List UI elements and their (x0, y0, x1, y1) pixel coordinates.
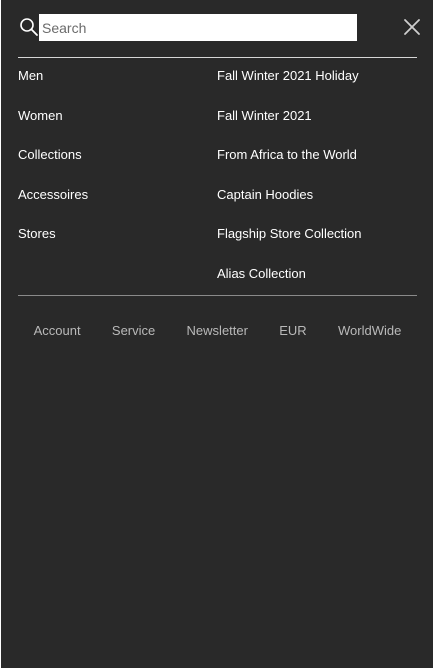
footer-service-link[interactable]: Service (112, 323, 155, 338)
menu-item-women[interactable]: Women (18, 106, 88, 146)
submenu-item-fw21-holiday[interactable]: Fall Winter 2021 Holiday (217, 66, 362, 106)
search-input[interactable] (39, 14, 357, 41)
submenu-item-africa[interactable]: From Africa to the World (217, 145, 362, 185)
footer-region-link[interactable]: WorldWide (338, 323, 401, 338)
collections-submenu: Fall Winter 2021 Holiday Fall Winter 202… (217, 66, 362, 303)
search-icon[interactable] (19, 17, 39, 37)
footer-links: Account Service Newsletter EUR WorldWide (18, 320, 417, 340)
menu-item-collections[interactable]: Collections (18, 145, 88, 185)
footer-newsletter-link[interactable]: Newsletter (187, 323, 248, 338)
submenu-item-alias[interactable]: Alias Collection (217, 264, 362, 304)
submenu-item-captain-hoodies[interactable]: Captain Hoodies (217, 185, 362, 225)
footer-account-link[interactable]: Account (34, 323, 81, 338)
submenu-item-fw21[interactable]: Fall Winter 2021 (217, 106, 362, 146)
menu-item-men[interactable]: Men (18, 66, 88, 106)
search-bar (17, 14, 425, 41)
menu-item-stores[interactable]: Stores (18, 224, 88, 264)
main-menu: Men Women Collections Accessoires Stores (18, 66, 88, 264)
mobile-menu-panel: Men Women Collections Accessoires Stores… (1, 0, 433, 668)
top-divider (18, 57, 417, 58)
menu-item-accessoires[interactable]: Accessoires (18, 185, 88, 225)
close-icon[interactable] (401, 16, 423, 38)
footer-currency-link[interactable]: EUR (279, 323, 306, 338)
submenu-item-flagship[interactable]: Flagship Store Collection (217, 224, 362, 264)
bottom-divider (18, 295, 417, 296)
